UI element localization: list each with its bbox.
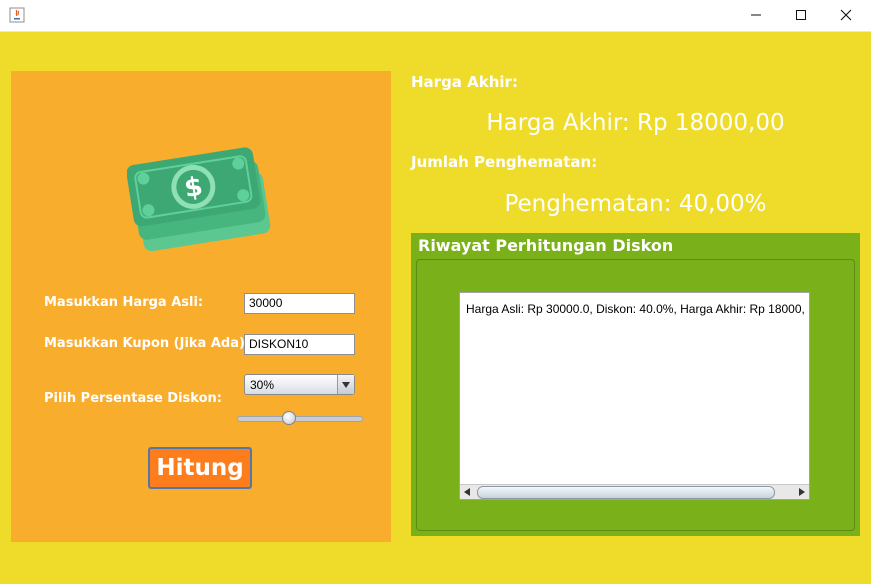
- minimize-icon: [750, 6, 762, 25]
- calculate-button[interactable]: Hitung: [148, 447, 252, 489]
- history-text-area[interactable]: Harga Asli: Rp 30000.0, Diskon: 40.0%, H…: [459, 292, 810, 500]
- scroll-right-icon[interactable]: [795, 485, 809, 499]
- maximize-icon: [795, 6, 807, 25]
- history-panel: Riwayat Perhitungan Diskon Harga Asli: R…: [411, 233, 860, 536]
- history-entry[interactable]: Harga Asli: Rp 30000.0, Diskon: 40.0%, H…: [466, 302, 805, 316]
- java-app-icon: [9, 7, 25, 23]
- price-input[interactable]: 30000: [244, 293, 355, 314]
- discount-label: Pilih Persentase Diskon:: [44, 391, 222, 406]
- money-bills-icon: $: [126, 143, 273, 255]
- horizontal-scrollbar[interactable]: [460, 484, 809, 499]
- maximize-button[interactable]: [778, 0, 824, 31]
- price-label: Masukkan Harga Asli:: [44, 295, 204, 310]
- final-price-heading: Harga Akhir:: [411, 73, 518, 91]
- scroll-thumb[interactable]: [477, 486, 775, 499]
- savings-value: Penghematan: 40,00%: [504, 191, 767, 217]
- coupon-label: Masukkan Kupon (Jika Ada):: [44, 336, 251, 351]
- close-button[interactable]: [823, 0, 869, 31]
- discount-select[interactable]: 30%: [244, 374, 355, 395]
- discount-slider[interactable]: [235, 410, 363, 428]
- close-icon: [840, 6, 852, 25]
- discount-selected-value: 30%: [250, 378, 275, 392]
- savings-heading: Jumlah Penghematan:: [411, 153, 598, 171]
- slider-track[interactable]: [237, 416, 363, 422]
- history-title: Riwayat Perhitungan Diskon: [418, 236, 674, 255]
- minimize-button[interactable]: [733, 0, 779, 31]
- dropdown-arrow-icon[interactable]: [337, 375, 354, 394]
- input-panel: $ Masukkan Harga Asli: 30000 Masukkan Ku…: [11, 71, 391, 542]
- window-titlebar: [0, 0, 871, 32]
- slider-thumb[interactable]: [281, 411, 296, 425]
- final-price-value: Harga Akhir: Rp 18000,00: [486, 110, 785, 136]
- coupon-input[interactable]: DISKON10: [244, 334, 355, 355]
- scroll-left-icon[interactable]: [460, 485, 474, 499]
